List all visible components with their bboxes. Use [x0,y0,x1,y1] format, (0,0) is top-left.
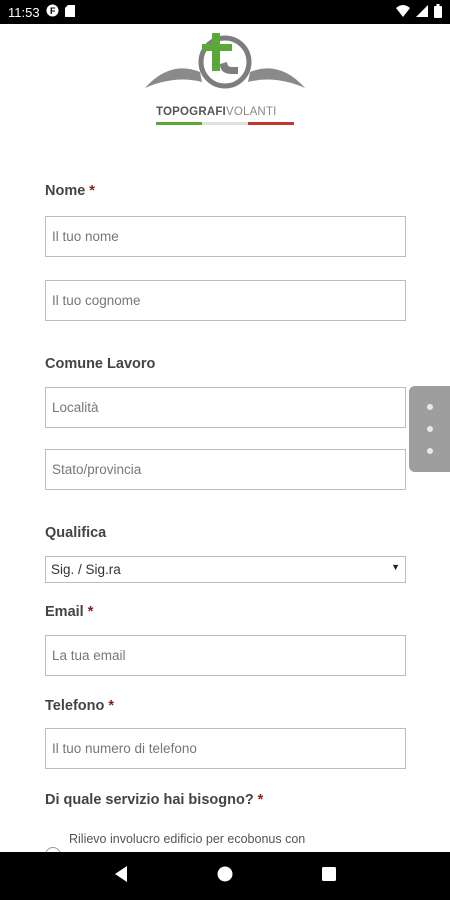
wifi-icon [396,4,410,20]
logo-emblem-icon [145,33,305,89]
service-option-label: Rilievo involucro edificio per ecobonus … [69,832,306,846]
last-name-placeholder: Il tuo cognome [52,293,141,308]
phone-input[interactable]: Il tuo numero di telefono [45,728,406,769]
first-name-placeholder: Il tuo nome [52,229,119,244]
svg-text:F: F [50,6,56,16]
qualifica-select[interactable]: Sig. / Sig.ra ▼ [45,556,406,583]
servizio-label: Di quale servizio hai bisogno? * [45,792,264,808]
logo-wordmark: TOPOGRAFIVOLANTI [156,106,277,118]
handle-dot [426,426,433,432]
status-time: 11:53 [8,4,40,20]
email-placeholder: La tua email [52,648,126,663]
sd-card-icon [64,4,75,20]
comune-label: Comune Lavoro [45,356,156,372]
dropdown-arrow-icon: ▼ [391,562,400,572]
city-placeholder: Località [52,400,99,415]
email-label: Email * [45,604,94,620]
city-input[interactable]: Località [45,387,406,428]
handle-dot [426,448,433,454]
navigation-bar [0,852,450,900]
qualifica-selected: Sig. / Sig.ra [51,562,121,577]
home-icon[interactable] [216,865,234,888]
email-input[interactable]: La tua email [45,635,406,676]
nome-label: Nome * [45,183,95,199]
phone-placeholder: Il tuo numero di telefono [52,741,197,756]
telefono-label: Telefono * [45,698,114,714]
state-placeholder: Stato/provincia [52,462,142,477]
notification-f-icon: F [46,4,59,20]
more-vertical-icon [426,404,433,410]
last-name-input[interactable]: Il tuo cognome [45,280,406,321]
logo-flag-stripe [156,122,294,125]
brand-logo: TOPOGRAFIVOLANTI [140,30,310,130]
status-bar: 11:53 F [0,0,450,24]
recents-icon[interactable] [321,866,337,887]
battery-icon [434,3,442,21]
back-icon[interactable] [113,865,129,888]
signal-icon [416,4,428,20]
side-menu-handle[interactable] [409,386,450,472]
qualifica-label: Qualifica [45,525,107,541]
state-input[interactable]: Stato/provincia [45,449,406,490]
first-name-input[interactable]: Il tuo nome [45,216,406,257]
